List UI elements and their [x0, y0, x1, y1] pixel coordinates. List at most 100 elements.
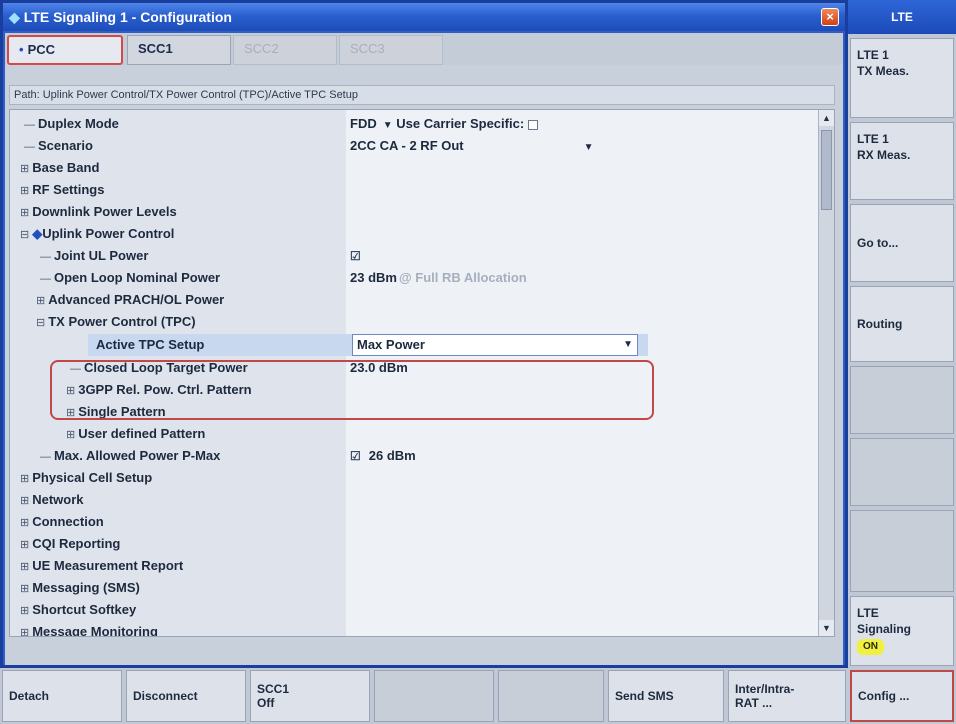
tree-row-advanced-prach[interactable]: ⊞ Advanced PRACH/OL Power	[10, 290, 820, 312]
collapse-icon[interactable]: ⊟	[36, 317, 45, 329]
tree-label: Connection	[32, 514, 104, 529]
tree-label: TX Power Control (TPC)	[48, 314, 196, 329]
hotkey-bar: Detach Disconnect SCC1 Off Send SMS Inte…	[0, 668, 956, 724]
annotation-highlight	[50, 360, 654, 420]
tab-scc2: SCC2	[233, 35, 337, 65]
tree-row-user-defined-pattern[interactable]: ⊞ User defined Pattern	[10, 424, 820, 446]
window-title: LTE Signaling 1 - Configuration	[23, 9, 232, 25]
use-carrier-specific-label: Use Carrier Specific:	[396, 116, 525, 131]
expand-icon[interactable]: ⊞	[36, 295, 45, 307]
path-bar: Path: Uplink Power Control/TX Power Cont…	[9, 85, 835, 105]
tab-pcc[interactable]: • PCC	[7, 35, 123, 65]
tree-row-open-loop-nominal-power[interactable]: — Open Loop Nominal Power 23 dBm @ Full RB…	[10, 268, 820, 290]
expand-icon[interactable]: ⊞	[20, 517, 29, 529]
tree-row-ue-measurement-report[interactable]: ⊞ UE Measurement Report	[10, 556, 820, 578]
config-button[interactable]: Config ...	[850, 670, 954, 722]
tree-row-physical-cell-setup[interactable]: ⊞ Physical Cell Setup	[10, 468, 820, 490]
expand-icon[interactable]: ⊞	[66, 429, 75, 441]
tree-row-base-band[interactable]: ⊞ Base Band	[10, 158, 820, 180]
tree-label: Message Monitoring	[32, 624, 158, 637]
max-allowed-power-value[interactable]: ☑ 26 dBm	[350, 448, 416, 463]
tree-row-rf-settings[interactable]: ⊞ RF Settings	[10, 180, 820, 202]
tree-row-joint-ul-power[interactable]: — Joint UL Power ☑	[10, 246, 820, 268]
expand-icon[interactable]: ⊞	[20, 561, 29, 573]
app-icon: ◆	[9, 9, 20, 25]
tree-label: Uplink Power Control	[42, 226, 175, 241]
tree-label: Duplex Mode	[38, 116, 119, 131]
active-tpc-setup-select[interactable]: Max Power ▼	[352, 334, 638, 356]
chevron-down-icon: ▼	[382, 120, 393, 131]
tree-row-scenario[interactable]: — Scenario 2CC CA - 2 RF Out ▼	[10, 136, 820, 158]
expand-icon[interactable]: ⊞	[20, 495, 29, 507]
tree-label: Physical Cell Setup	[32, 470, 153, 485]
softkey-empty-3	[850, 510, 954, 592]
softkey-go-to[interactable]: Go to...	[850, 204, 954, 282]
hotkey-empty-2	[498, 670, 604, 722]
tree-scrollbar[interactable]: ▲ ▼	[818, 110, 834, 636]
tree-row-shortcut-softkey[interactable]: ⊞ Shortcut Softkey	[10, 600, 820, 622]
scroll-down-icon[interactable]: ▼	[819, 620, 834, 636]
expand-icon[interactable]: ⊞	[20, 627, 29, 636]
tree-label: Downlink Power Levels	[32, 204, 177, 219]
detach-button[interactable]: Detach	[2, 670, 122, 722]
expand-icon[interactable]: ⊞	[20, 207, 29, 219]
tree-label: RF Settings	[32, 182, 105, 197]
scroll-thumb[interactable]	[821, 130, 832, 210]
tree-label: CQI Reporting	[32, 536, 121, 551]
close-button[interactable]: ×	[821, 8, 839, 26]
expand-icon[interactable]: ⊞	[20, 583, 29, 595]
branch-line: —	[40, 251, 51, 263]
chevron-down-icon: ▼	[623, 339, 633, 350]
open-loop-nominal-power-value[interactable]: 23 dBm @ Full RB Allocation	[350, 270, 527, 285]
open-loop-value: 23 dBm	[350, 270, 397, 285]
softkey-lte1-rx-meas[interactable]: LTE 1 RX Meas.	[850, 122, 954, 200]
tree-label: Base Band	[32, 160, 100, 175]
tree-row-message-monitoring[interactable]: ⊞ Message Monitoring	[10, 622, 820, 637]
tree-label: Advanced PRACH/OL Power	[48, 292, 225, 307]
branch-line: —	[40, 451, 51, 463]
tree-label: Max. Allowed Power P-Max	[54, 448, 221, 463]
hotkey-empty-1	[374, 670, 494, 722]
softkey-lte-signaling-label: LTE Signaling	[857, 606, 911, 636]
softkey-empty-2	[850, 438, 954, 506]
tree-row-active-tpc-setup[interactable]: Active TPC Setup Max Power ▼	[88, 334, 648, 356]
use-carrier-specific-checkbox[interactable]	[528, 119, 539, 130]
scenario-select[interactable]: 2CC CA - 2 RF Out ▼	[350, 138, 594, 153]
chevron-down-icon: ▼	[583, 142, 594, 153]
active-tpc-setup-value: Max Power	[357, 337, 425, 352]
tree-row-downlink-power-levels[interactable]: ⊞ Downlink Power Levels	[10, 202, 820, 224]
expand-icon[interactable]: ⊞	[20, 163, 29, 175]
scroll-up-icon[interactable]: ▲	[819, 110, 834, 126]
tree-row-duplex-mode[interactable]: — Duplex Mode FDD ▼ Use Carrier Specific:	[10, 114, 820, 136]
config-tree-panel: — Duplex Mode FDD ▼ Use Carrier Specific: …	[9, 109, 835, 637]
softkey-routing[interactable]: Routing	[850, 286, 954, 362]
expand-icon[interactable]: ⊞	[20, 605, 29, 617]
collapse-icon[interactable]: ⊟	[20, 229, 29, 241]
inter-intra-rat-button[interactable]: Inter/Intra- RAT ...	[728, 670, 846, 722]
full-rb-allocation-label: @ Full RB Allocation	[398, 270, 527, 285]
expand-icon[interactable]: ⊞	[20, 539, 29, 551]
tree-row-tx-power-control[interactable]: ⊟ TX Power Control (TPC)	[10, 312, 820, 334]
title-bar: ◆ LTE Signaling 1 - Configuration ×	[3, 3, 845, 31]
tree-row-connection[interactable]: ⊞ Connection	[10, 512, 820, 534]
duplex-mode-select[interactable]: FDD ▼ Use Carrier Specific:	[350, 116, 539, 131]
tree-row-network[interactable]: ⊞ Network	[10, 490, 820, 512]
softkey-lte-signaling[interactable]: LTE Signaling ON	[850, 596, 954, 666]
softkey-empty-1	[850, 366, 954, 434]
softkey-lte1-tx-meas[interactable]: LTE 1 TX Meas.	[850, 38, 954, 118]
tab-scc1[interactable]: SCC1	[127, 35, 231, 65]
disconnect-button[interactable]: Disconnect	[126, 670, 246, 722]
send-sms-button[interactable]: Send SMS	[608, 670, 724, 722]
tree-row-messaging-sms[interactable]: ⊞ Messaging (SMS)	[10, 578, 820, 600]
checkmark-icon[interactable]: ☑	[350, 449, 361, 463]
softkey-header: LTE	[848, 0, 956, 34]
expand-icon[interactable]: ⊞	[20, 473, 29, 485]
tree-row-uplink-power-control[interactable]: ⊟ ◆Uplink Power Control	[10, 224, 820, 246]
tree-label: Active TPC Setup	[96, 337, 205, 352]
scc1-off-button[interactable]: SCC1 Off	[250, 670, 370, 722]
tree-row-cqi-reporting[interactable]: ⊞ CQI Reporting	[10, 534, 820, 556]
softkey-column: LTE LTE 1 TX Meas. LTE 1 RX Meas. Go to.…	[848, 0, 956, 668]
expand-icon[interactable]: ⊞	[20, 185, 29, 197]
joint-ul-power-checkbox[interactable]: ☑	[350, 248, 369, 263]
tree-row-max-allowed-power[interactable]: — Max. Allowed Power P-Max ☑ 26 dBm	[10, 446, 820, 468]
